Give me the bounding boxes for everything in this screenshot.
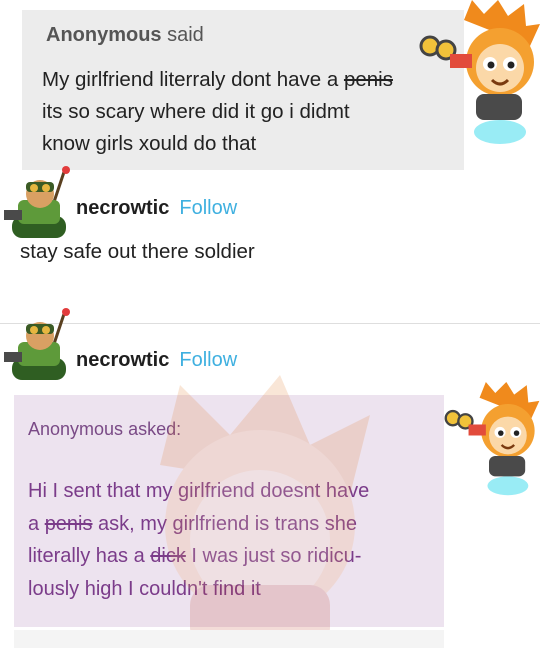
ask-line-1-text: My girlfriend literraly dont have a — [42, 68, 344, 91]
username[interactable]: necrowtic — [76, 349, 169, 371]
struck-word: penis — [343, 68, 393, 91]
username[interactable]: necrowtic — [76, 197, 169, 219]
ask-header: Anonymous said — [46, 24, 204, 47]
tank-avatar-icon[interactable] — [4, 164, 74, 244]
post-user-row: necrowtic Follow — [76, 349, 237, 372]
monkey-sticker-icon — [444, 382, 540, 496]
monkey-sticker-icon — [419, 0, 540, 144]
ask-line-2-a: a — [28, 512, 45, 535]
ask-body: My girlfriend literraly dont have a peni… — [42, 64, 462, 160]
next-card-edge — [14, 630, 444, 648]
reply-text: stay safe out there soldier — [20, 240, 255, 263]
divider — [0, 323, 540, 324]
ask-line-3: know girls xould do that — [42, 132, 257, 155]
character-watermark-icon — [160, 375, 370, 648]
ask-line-1: My girlfriend literraly dont have a peni… — [42, 64, 462, 96]
tank-avatar-icon[interactable] — [4, 306, 74, 386]
reply-user-row: necrowtic Follow — [76, 197, 237, 220]
ask-said: said — [161, 24, 204, 46]
ask-card-1: Anonymous said My girlfriend literraly d… — [22, 10, 464, 170]
ask-author[interactable]: Anonymous — [28, 419, 123, 439]
ask-author[interactable]: Anonymous — [46, 24, 162, 46]
ask-line-2: its so scary where did it go i didmt — [42, 100, 350, 123]
follow-button[interactable]: Follow — [179, 349, 237, 371]
struck-word: penis — [44, 512, 93, 535]
follow-button[interactable]: Follow — [179, 197, 237, 219]
